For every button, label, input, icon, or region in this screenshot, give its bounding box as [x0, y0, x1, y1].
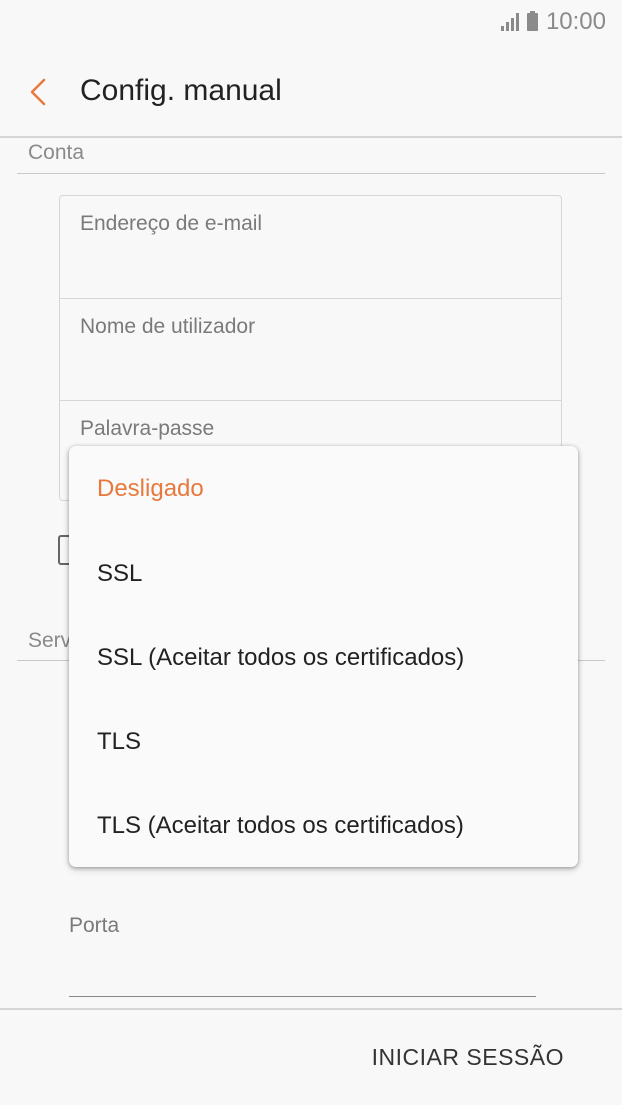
sign-in-button[interactable]: INICIAR SESSÃO [372, 1044, 564, 1071]
page-title: Config. manual [80, 74, 282, 107]
battery-icon [526, 11, 538, 31]
status-icons: 10:00 [500, 8, 606, 36]
password-field-label: Palavra-passe [80, 417, 215, 440]
section-divider [17, 173, 605, 174]
email-field-label: Endereço de e-mail [80, 212, 263, 235]
section-header-server: Serv [28, 629, 72, 652]
security-option-ssl-accept-all[interactable]: SSL (Aceitar todos os certificados) [69, 616, 578, 700]
email-field[interactable]: Endereço de e-mail [60, 196, 561, 298]
bottom-bar: INICIAR SESSÃO [0, 1008, 622, 1105]
security-option-tls[interactable]: TLS [69, 700, 578, 784]
port-input[interactable] [69, 996, 536, 997]
username-field-label: Nome de utilizador [80, 315, 256, 338]
port-field-label: Porta [69, 914, 120, 937]
app-bar: Config. manual [0, 56, 622, 128]
section-header-account: Conta [28, 141, 85, 164]
security-option-ssl[interactable]: SSL [69, 532, 578, 616]
bottom-divider [0, 1008, 622, 1010]
status-time: 10:00 [545, 8, 606, 35]
signal-icon [500, 13, 519, 31]
security-option-off[interactable]: Desligado [69, 447, 578, 531]
status-bar: 10:00 [0, 0, 622, 44]
security-option-tls-accept-all[interactable]: TLS (Aceitar todos os certificados) [69, 784, 578, 868]
app-bar-divider [0, 136, 622, 138]
back-arrow-icon[interactable] [22, 72, 54, 112]
security-type-dropdown: Desligado SSL SSL (Aceitar todos os cert… [69, 446, 578, 867]
username-field[interactable]: Nome de utilizador [60, 298, 561, 400]
